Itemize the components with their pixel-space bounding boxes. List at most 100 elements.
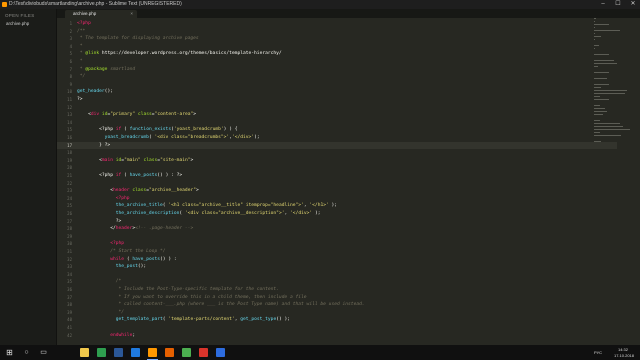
- code-line[interactable]: 6 *: [57, 58, 617, 66]
- sidebar-file-archive[interactable]: archive.php: [6, 21, 29, 26]
- code-text: <div id="primary" class="content-area">: [77, 112, 197, 118]
- code-line[interactable]: 31 /* Start the Loop */: [57, 248, 617, 256]
- code-line[interactable]: 39 */: [57, 309, 617, 317]
- code-line[interactable]: 10 get_header();: [57, 88, 617, 96]
- code-text: ?>: [77, 218, 122, 224]
- blue-app-icon[interactable]: [216, 348, 225, 357]
- code-line[interactable]: 7 * @package smartland: [57, 66, 617, 74]
- code-line[interactable]: 12: [57, 104, 617, 112]
- code-line[interactable]: 23 <header class="archive__header">: [57, 187, 617, 195]
- tab-archive-php[interactable]: archive.php ×: [65, 10, 137, 18]
- line-number: 4: [69, 43, 72, 49]
- minimap-line: [594, 27, 595, 28]
- minimize-button[interactable]: –: [596, 0, 610, 9]
- line-number: 23: [67, 188, 72, 194]
- line-number: 3: [69, 36, 72, 42]
- start-button[interactable]: ⊞: [4, 347, 15, 358]
- code-line[interactable]: 1 <?php: [57, 20, 617, 28]
- minimap-line: [594, 66, 599, 67]
- minimap-line: [594, 72, 609, 73]
- green-app-icon[interactable]: [97, 348, 106, 357]
- minimap-line: [594, 45, 599, 46]
- code-line[interactable]: 25 the_archive_title( '<h1 class="archiv…: [57, 202, 617, 210]
- code-line[interactable]: 37 * If you want to override this in a c…: [57, 294, 617, 302]
- minimap-line: [594, 141, 602, 142]
- line-number: 25: [67, 203, 72, 209]
- minimap-line: [594, 129, 631, 130]
- firefox-icon[interactable]: [165, 348, 174, 357]
- close-button[interactable]: ✕: [626, 0, 640, 9]
- code-line[interactable]: 24 <?php: [57, 195, 617, 203]
- code-text: <?php: [110, 241, 125, 247]
- code-line[interactable]: 40 get_template_part( 'template-parts/co…: [57, 316, 617, 324]
- code-line[interactable]: 27 ?>: [57, 218, 617, 226]
- code-line[interactable]: 42 endwhile;: [57, 332, 617, 340]
- task-view-icon[interactable]: ▭: [38, 347, 49, 358]
- code-line[interactable]: 8 */: [57, 73, 617, 81]
- code-line[interactable]: 11 ?>: [57, 96, 617, 104]
- code-text: */: [77, 74, 86, 80]
- code-text: } ?>: [77, 142, 111, 148]
- code-line[interactable]: 17 } ?>: [57, 141, 617, 150]
- code-text: get_template_part( 'template-parts/conte…: [115, 317, 291, 323]
- line-number: 40: [67, 317, 72, 323]
- language-indicator[interactable]: РУС: [594, 350, 602, 355]
- code-line[interactable]: 41: [57, 324, 617, 332]
- line-number: 31: [67, 249, 72, 254]
- line-number: 14: [67, 119, 72, 125]
- code-line[interactable]: 19 <main id="main" class="site-main">: [57, 157, 617, 165]
- code-line[interactable]: 28 </header><!-- .page-header -->: [57, 225, 617, 233]
- line-number: 16: [67, 135, 72, 140]
- clock-date[interactable]: 17.10.2018: [614, 353, 634, 358]
- clock-time[interactable]: 14:32: [618, 347, 628, 352]
- line-number: 37: [67, 294, 72, 300]
- line-number: 41: [67, 325, 72, 330]
- code-line[interactable]: 3 * The template for displaying archive …: [57, 35, 617, 43]
- code-line[interactable]: 36 * Include the Post-Type-specific temp…: [57, 286, 617, 294]
- code-line[interactable]: 16 yoast_breadcrumb( '<div class="breadc…: [57, 134, 617, 142]
- code-line[interactable]: 18: [57, 149, 617, 157]
- code-line[interactable]: 15 <?php if ( function_exists('yoast_bre…: [57, 126, 617, 134]
- code-line[interactable]: 14: [57, 119, 617, 127]
- sublime-text-icon[interactable]: [147, 348, 158, 360]
- code-text: * Include the Post-Type-specific templat…: [77, 287, 279, 292]
- search-icon[interactable]: ○: [21, 347, 32, 358]
- code-line[interactable]: 4 *: [57, 43, 617, 51]
- line-number: 26: [67, 211, 72, 216]
- code-line[interactable]: 9: [57, 81, 617, 89]
- code-line[interactable]: 33 the_post();: [57, 263, 617, 271]
- tab-close-icon[interactable]: ×: [130, 10, 133, 18]
- code-text: */: [77, 309, 125, 315]
- sublime-text-icon: [2, 2, 7, 7]
- code-line[interactable]: 22: [57, 180, 617, 188]
- code-line[interactable]: 34: [57, 271, 617, 279]
- code-text: *: [77, 43, 83, 49]
- file-explorer-icon[interactable]: [80, 348, 89, 357]
- code-line[interactable]: 26 the_archive_description( '<div class=…: [57, 210, 617, 218]
- code-line[interactable]: 2 /**: [57, 28, 617, 36]
- code-line[interactable]: 20: [57, 164, 617, 172]
- code-line[interactable]: 5 * @link https://developer.wordpress.or…: [57, 50, 617, 58]
- code-line[interactable]: 29: [57, 233, 617, 241]
- minimap[interactable]: [594, 18, 634, 178]
- code-line[interactable]: 13 <div id="primary" class="content-area…: [57, 111, 617, 119]
- minimap-line: [594, 60, 615, 61]
- minimap-line: [594, 96, 600, 97]
- code-text: /* Start the Loop */: [77, 249, 166, 254]
- minimap-line: [594, 36, 602, 37]
- code-line[interactable]: 35 /*: [57, 278, 617, 286]
- media-app-icon[interactable]: [131, 348, 140, 357]
- chrome-icon[interactable]: [182, 348, 191, 357]
- code-editor[interactable]: 1 <?php 2/** 3 * The template for displayin…: [57, 18, 640, 345]
- code-line[interactable]: 38 * called content-___.php (where ___ i…: [57, 301, 617, 309]
- word-icon[interactable]: [114, 348, 123, 357]
- code-line[interactable]: 32 while ( have_posts() ) :: [57, 256, 617, 264]
- code-line[interactable]: 30 <?php: [57, 240, 617, 248]
- open-files-header: OPEN FILES: [5, 13, 35, 18]
- maximize-button[interactable]: ☐: [611, 0, 625, 9]
- code-text: * @link https://developer.wordpress.org/…: [77, 51, 282, 57]
- code-line[interactable]: 21 <?php if ( have_posts() ) : ?>: [57, 172, 617, 180]
- red-app-icon[interactable]: [199, 348, 208, 357]
- code-text: /**: [77, 28, 86, 34]
- code-text: ?>: [77, 97, 83, 102]
